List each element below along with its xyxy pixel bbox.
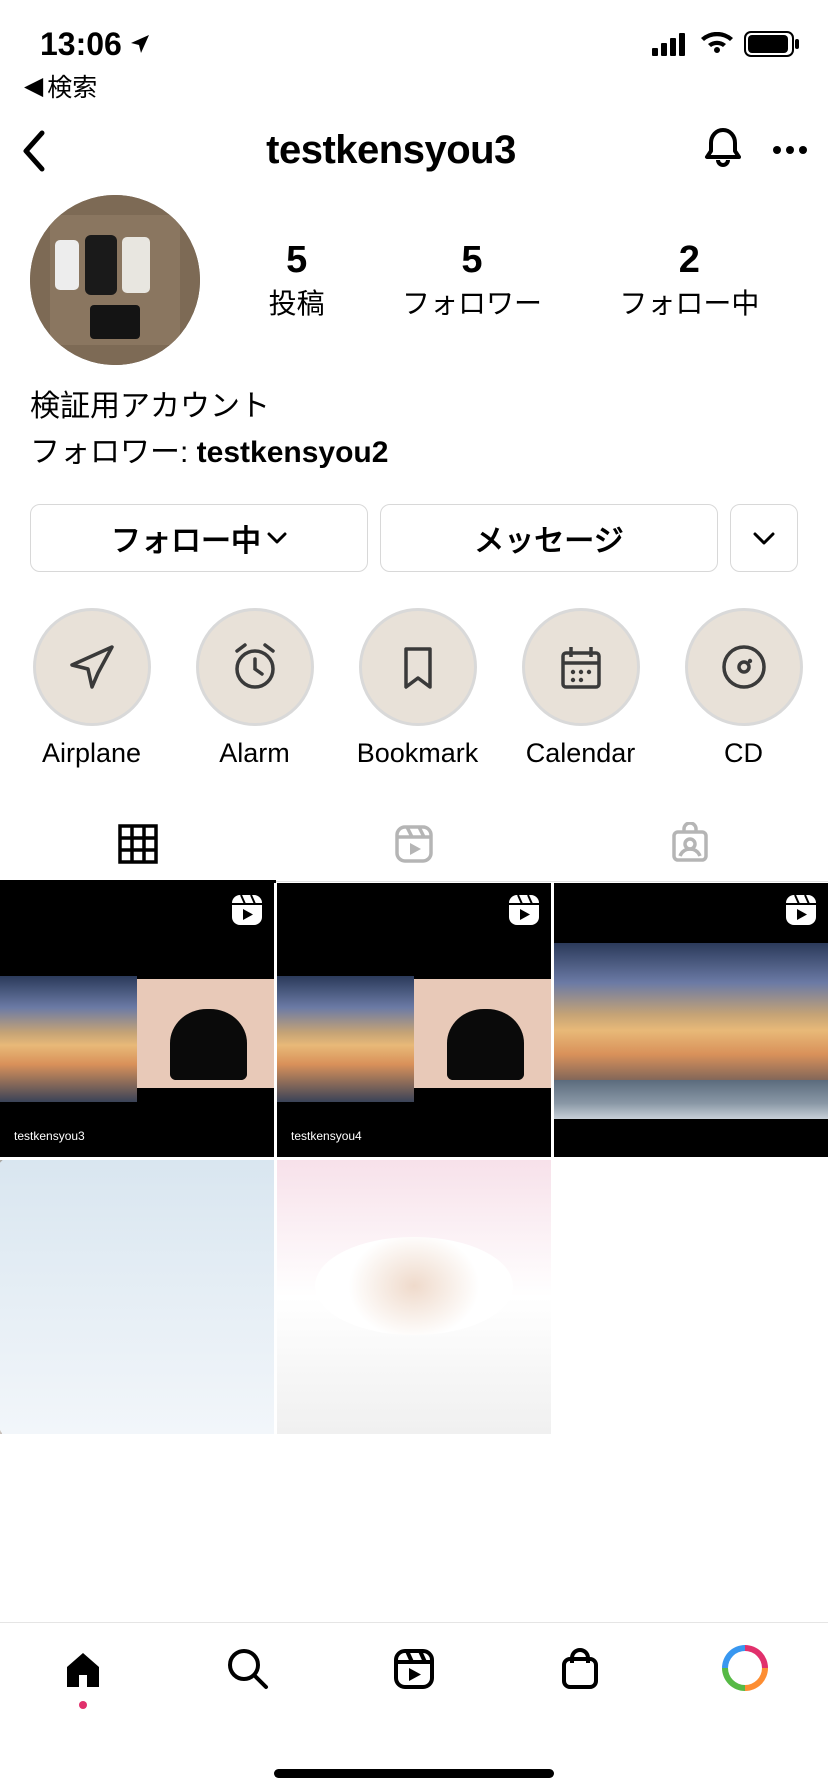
- grid-icon: [116, 822, 160, 866]
- notification-dot: [79, 1701, 87, 1709]
- back-button[interactable]: [20, 129, 80, 173]
- home-indicator[interactable]: [274, 1769, 554, 1778]
- airplane-icon: [64, 639, 120, 695]
- profile-action-buttons: フォロー中 メッセージ: [0, 484, 828, 572]
- search-icon: [224, 1645, 272, 1693]
- highlight-label: CD: [676, 738, 811, 769]
- chevron-down-icon: [267, 531, 287, 545]
- following-button-label: フォロー中: [111, 516, 261, 560]
- cellular-icon: [652, 32, 690, 56]
- avatar[interactable]: [30, 195, 200, 365]
- chevron-left-icon: [20, 129, 50, 173]
- nav-home[interactable]: [0, 1645, 166, 1709]
- followed-by[interactable]: フォロワー: testkensyou2: [30, 431, 798, 475]
- followed-by-name: testkensyou2: [197, 436, 389, 469]
- chevron-down-icon: [753, 531, 775, 545]
- story-highlights[interactable]: Airplane Alarm Bookmark Calendar CD: [0, 572, 828, 787]
- back-triangle-icon: ◀: [24, 71, 43, 101]
- avatar-image: [30, 195, 200, 365]
- display-name: 検証用アカウント: [30, 385, 798, 429]
- highlight-label: Bookmark: [350, 738, 485, 769]
- posts-grid: testkensyou3 testkensyou4: [0, 883, 828, 1434]
- post-caption: testkensyou3: [14, 1129, 85, 1143]
- highlight-bookmark[interactable]: Bookmark: [350, 608, 485, 769]
- dots-icon: [772, 145, 808, 155]
- profile-bio: 検証用アカウント フォロワー: testkensyou2: [0, 365, 828, 484]
- home-icon: [59, 1645, 107, 1693]
- stat-followers-count: 5: [402, 239, 542, 282]
- profile-ring-icon: [722, 1645, 768, 1691]
- nav-shop[interactable]: [497, 1645, 663, 1693]
- stat-following-label: フォロー中: [619, 282, 759, 322]
- message-button-label: メッセージ: [474, 516, 623, 560]
- status-time: 13:06: [40, 26, 152, 63]
- profile-username: testkensyou3: [80, 128, 702, 173]
- highlight-calendar[interactable]: Calendar: [513, 608, 648, 769]
- tab-tagged[interactable]: [552, 807, 828, 881]
- post-thumbnail[interactable]: testkensyou4: [277, 883, 551, 1157]
- bell-icon: [702, 126, 744, 170]
- tab-grid[interactable]: [0, 807, 276, 881]
- following-button[interactable]: フォロー中: [30, 504, 368, 572]
- highlight-airplane[interactable]: Airplane: [24, 608, 159, 769]
- highlight-label: Calendar: [513, 738, 648, 769]
- stat-posts-label: 投稿: [269, 282, 325, 322]
- return-to-app[interactable]: ◀ 検索: [0, 68, 828, 104]
- stat-following[interactable]: 2 フォロー中: [619, 239, 759, 322]
- cd-icon: [716, 639, 772, 695]
- more-options-button[interactable]: [772, 142, 808, 160]
- tagged-icon: [668, 822, 712, 866]
- content-tabs: [0, 807, 828, 882]
- post-thumbnail[interactable]: [277, 1160, 551, 1434]
- highlight-alarm[interactable]: Alarm: [187, 608, 322, 769]
- status-bar: 13:06: [0, 0, 828, 70]
- highlight-label: Airplane: [24, 738, 159, 769]
- message-button[interactable]: メッセージ: [380, 504, 718, 572]
- nav-profile[interactable]: [662, 1645, 828, 1691]
- post-thumbnail[interactable]: [554, 883, 828, 1157]
- profile-stats: 5 投稿 5 フォロワー 2 フォロー中: [230, 239, 798, 322]
- notifications-button[interactable]: [702, 126, 744, 175]
- alarm-icon: [227, 639, 283, 695]
- calendar-icon: [553, 639, 609, 695]
- return-app-label: 検索: [47, 68, 97, 104]
- reels-icon: [392, 822, 436, 866]
- reel-badge-icon: [507, 893, 541, 927]
- profile-header: testkensyou3: [0, 104, 828, 185]
- nav-search[interactable]: [166, 1645, 332, 1693]
- reel-badge-icon: [230, 893, 264, 927]
- followed-by-prefix: フォロワー:: [30, 436, 197, 469]
- highlight-cd[interactable]: CD: [676, 608, 811, 769]
- reel-badge-icon: [784, 893, 818, 927]
- tab-reels[interactable]: [276, 807, 552, 881]
- nav-reels[interactable]: [331, 1645, 497, 1693]
- highlight-label: Alarm: [187, 738, 322, 769]
- wifi-icon: [700, 32, 734, 56]
- location-icon: [128, 32, 152, 56]
- reels-icon: [390, 1645, 438, 1693]
- post-thumbnail[interactable]: [0, 1160, 274, 1434]
- profile-summary: 5 投稿 5 フォロワー 2 フォロー中: [0, 185, 828, 365]
- stat-followers[interactable]: 5 フォロワー: [402, 239, 542, 322]
- stat-followers-label: フォロワー: [402, 282, 542, 322]
- time-text: 13:06: [40, 26, 122, 63]
- battery-icon: [744, 31, 800, 57]
- suggested-users-button[interactable]: [730, 504, 798, 572]
- post-thumbnail[interactable]: testkensyou3: [0, 883, 274, 1157]
- stat-posts[interactable]: 5 投稿: [269, 239, 325, 322]
- shop-icon: [556, 1645, 604, 1693]
- bookmark-icon: [390, 639, 446, 695]
- stat-posts-count: 5: [269, 239, 325, 282]
- stat-following-count: 2: [619, 239, 759, 282]
- post-caption: testkensyou4: [291, 1129, 362, 1143]
- bottom-nav: [0, 1622, 828, 1792]
